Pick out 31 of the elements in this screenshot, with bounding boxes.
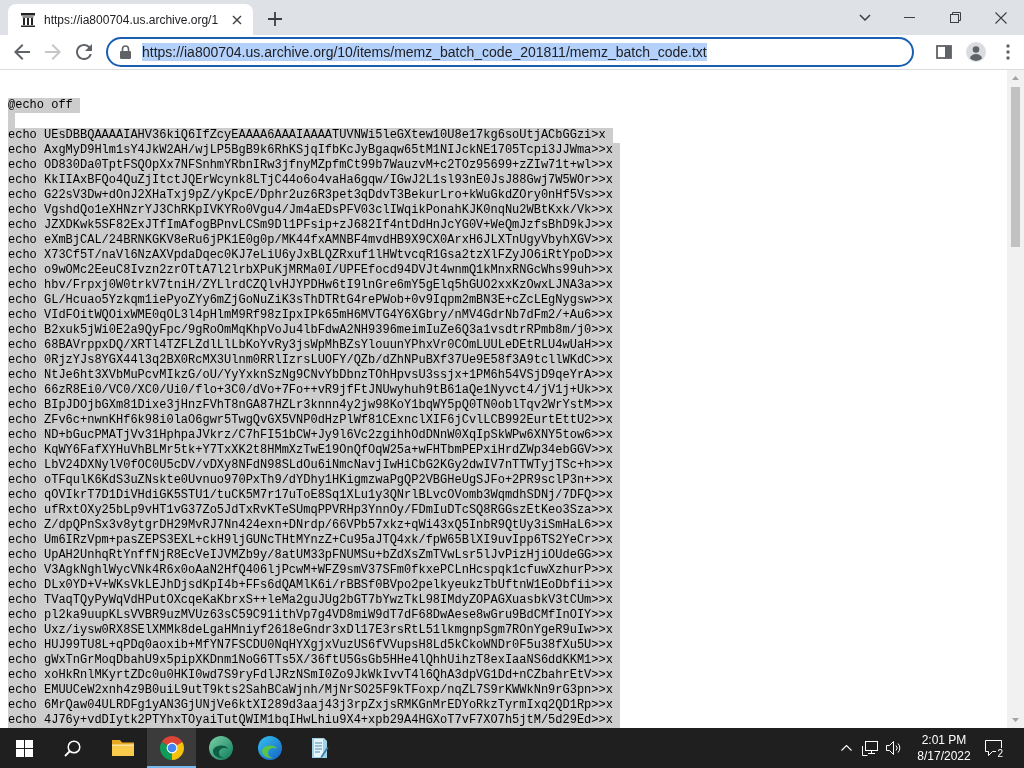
building-favicon-icon (20, 11, 36, 28)
side-panel-icon[interactable] (936, 45, 952, 59)
close-icon[interactable] (995, 11, 1007, 24)
speaker-icon[interactable] (886, 741, 902, 755)
network-icon[interactable] (862, 740, 878, 756)
minimize-icon[interactable] (903, 17, 915, 18)
windows-logo-icon (15, 739, 33, 757)
restore-icon[interactable] (949, 12, 961, 23)
chevron-up-icon[interactable] (840, 745, 852, 751)
taskbar-button[interactable] (147, 728, 196, 768)
reload-icon[interactable] (76, 44, 93, 60)
notification-button[interactable]: 2 (982, 728, 1004, 768)
ring-logo-icon (159, 736, 184, 760)
search-icon (63, 739, 81, 757)
chevron-down-icon[interactable] (859, 14, 871, 21)
browser-tab[interactable]: https://ia800704.us.archive.org/1 (8, 4, 254, 35)
scrollbar[interactable] (1007, 70, 1024, 728)
close-icon[interactable] (232, 14, 243, 25)
speech-bubble-icon (984, 740, 1002, 756)
plus-icon[interactable] (268, 12, 283, 26)
menu-dots-icon[interactable] (1006, 44, 1010, 60)
address-field[interactable]: https://ia800704.us.archive.org/10/items/memz_batch_code_201811/memz_batch_code.txt (106, 37, 914, 67)
scrollbar-thumb[interactable] (1011, 87, 1020, 247)
clock-time[interactable]: 2:01 PM (921, 732, 967, 748)
clock-date[interactable]: 8/17/2022 (917, 748, 971, 764)
swirl-logo-icon (257, 736, 282, 760)
back-arrow-icon[interactable] (13, 44, 30, 60)
url-text: https://ia800704.us.archive.org/10/items/memz_batch_code_201811/memz_batch_code.txt (142, 43, 707, 61)
profile-icon[interactable] (966, 42, 986, 62)
swirl-logo-icon (208, 736, 233, 760)
lock-icon[interactable] (120, 45, 131, 59)
